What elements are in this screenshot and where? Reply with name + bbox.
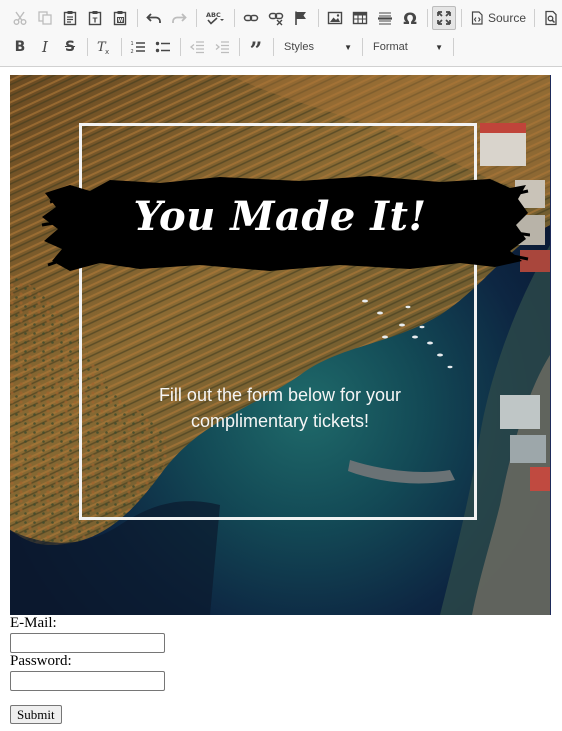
cut-icon[interactable] [8, 6, 32, 30]
toolbar-separator [534, 9, 536, 27]
decrease-indent-icon[interactable] [185, 35, 209, 59]
image-icon[interactable] [323, 6, 347, 30]
preview-icon[interactable] [539, 6, 562, 30]
increase-indent-icon[interactable] [210, 35, 234, 59]
spellcheck-icon[interactable]: ABC [201, 6, 229, 30]
svg-text:T: T [93, 17, 98, 25]
source-label: Source [488, 11, 527, 25]
toolbar-separator [87, 38, 88, 56]
toolbar-separator [137, 9, 138, 27]
anchor-flag-icon[interactable] [289, 6, 313, 30]
ticket-form: E-Mail: Password: [10, 615, 165, 691]
toolbar-separator [273, 38, 274, 56]
source-button[interactable]: Source [466, 6, 530, 30]
bulleted-list-icon[interactable] [151, 35, 175, 59]
styles-label: Styles [284, 41, 314, 53]
paste-icon[interactable] [58, 6, 82, 30]
promo-banner-image: You Made It! Fill out the form below for… [10, 75, 551, 615]
chevron-down-icon: ▼ [344, 42, 352, 52]
horizontal-line-icon[interactable] [373, 6, 397, 30]
blockquote-icon[interactable]: ” [244, 35, 268, 62]
svg-text:2: 2 [131, 49, 134, 55]
password-field[interactable] [10, 671, 165, 691]
editor-toolbar: T W ABC Ω Source B I S T x 1 2 ” Styles … [0, 0, 562, 67]
banner-headline: You Made It! [133, 193, 427, 240]
table-icon[interactable] [348, 6, 372, 30]
toolbar-row-1: T W ABC Ω Source [8, 5, 562, 31]
paste-word-icon[interactable]: W [108, 6, 132, 30]
remove-format-icon[interactable]: Tx [92, 35, 116, 59]
undo-icon[interactable] [142, 6, 166, 30]
paste-text-icon[interactable]: T [83, 6, 107, 30]
format-label: Format [373, 41, 408, 53]
numbered-list-icon[interactable]: 12 [126, 35, 150, 59]
toolbar-separator [234, 9, 235, 27]
toolbar-separator [427, 9, 428, 27]
svg-text:ABC: ABC [206, 11, 221, 19]
strikethrough-icon[interactable]: S [58, 35, 82, 59]
unlink-icon[interactable] [264, 6, 288, 30]
toolbar-row-2: B I S Tx 12 ” Styles ▼ Format ▼ [8, 34, 458, 62]
bold-icon[interactable]: B [8, 35, 32, 59]
svg-text:x: x [105, 48, 109, 55]
toolbar-separator [362, 38, 363, 56]
special-char-omega-icon[interactable]: Ω [398, 6, 422, 30]
italic-icon[interactable]: I [33, 35, 57, 59]
link-icon[interactable] [239, 6, 263, 30]
styles-dropdown[interactable]: Styles ▼ [278, 35, 358, 59]
source-icon [471, 11, 483, 25]
maximize-icon[interactable] [432, 6, 456, 30]
redo-icon[interactable] [167, 6, 191, 30]
email-label: E-Mail: [10, 615, 57, 631]
chevron-down-icon: ▼ [435, 42, 443, 52]
svg-text:1: 1 [131, 41, 134, 47]
toolbar-separator [196, 9, 197, 27]
svg-text:W: W [118, 18, 124, 24]
toolbar-separator [121, 38, 122, 56]
submit-button[interactable]: Submit [10, 705, 62, 724]
toolbar-separator [461, 9, 462, 27]
toolbar-separator [318, 9, 319, 27]
format-dropdown[interactable]: Format ▼ [367, 35, 449, 59]
password-label: Password: [10, 653, 72, 669]
banner-subtext: Fill out the form below for your complim… [158, 385, 402, 431]
copy-icon[interactable] [33, 6, 57, 30]
toolbar-separator [239, 38, 240, 56]
toolbar-separator [180, 38, 181, 56]
toolbar-separator [453, 38, 454, 56]
email-field[interactable] [10, 633, 165, 653]
